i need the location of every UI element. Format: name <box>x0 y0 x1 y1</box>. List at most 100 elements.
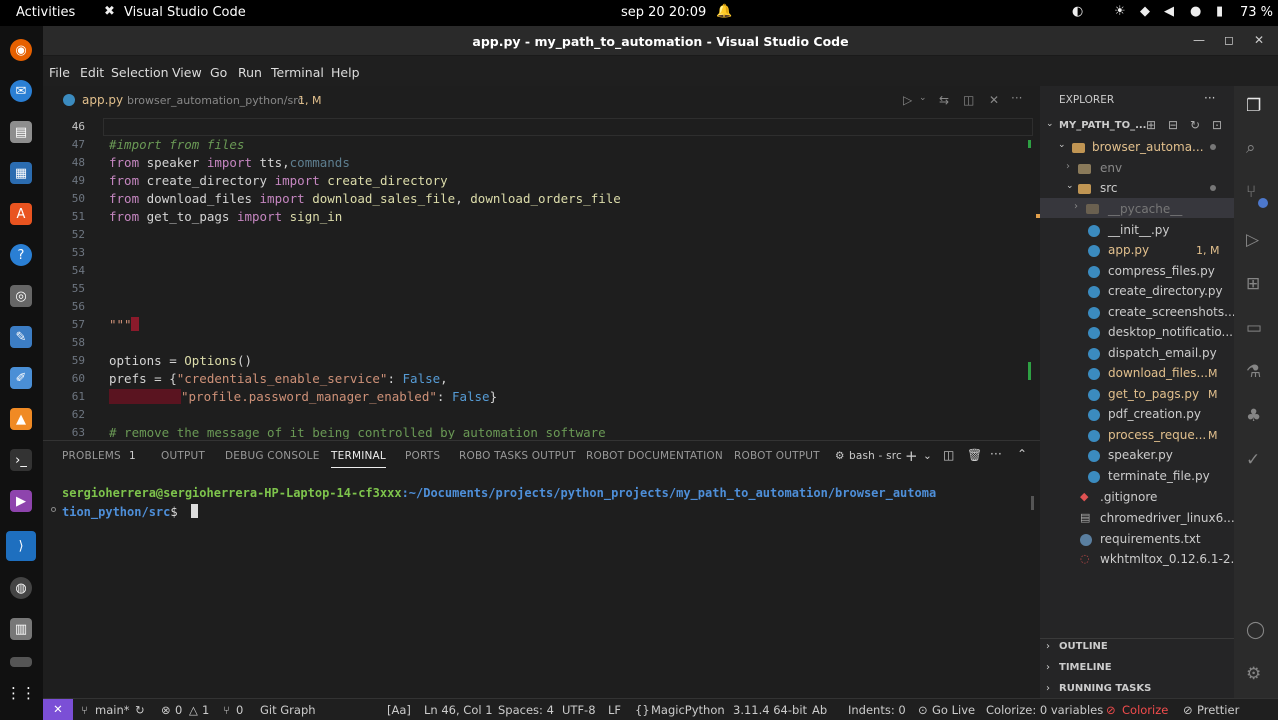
terminal-scrollbar[interactable] <box>1031 496 1034 510</box>
new-terminal-icon[interactable]: + <box>905 447 918 465</box>
branch-name[interactable]: main* <box>95 703 129 717</box>
source-control-icon[interactable]: ⑂ <box>1246 182 1256 202</box>
tree-file[interactable]: wkhtmltox_0.12.6.1-2.... <box>1100 552 1246 566</box>
encoding[interactable]: UTF-8 <box>562 703 596 717</box>
tree-file[interactable]: desktop_notificatio... <box>1108 325 1233 339</box>
drive-icon[interactable] <box>10 657 32 667</box>
trash-icon[interactable]: 🗑 <box>967 448 982 462</box>
chevron-right-icon[interactable]: › <box>1046 662 1050 673</box>
warning-count[interactable]: 1 <box>202 703 209 717</box>
indents-count[interactable]: Indents: 0 <box>848 703 906 717</box>
gear-icon[interactable]: ⚙ <box>1246 664 1261 684</box>
tree-file-app[interactable]: app.py <box>1108 243 1149 257</box>
tab-robo-tasks-output[interactable]: ROBO TASKS OUTPUT <box>459 450 576 462</box>
go-live[interactable]: Go Live <box>932 703 975 717</box>
notes-icon[interactable]: ✐ <box>10 367 32 389</box>
extensions-icon[interactable]: ⊞ <box>1246 274 1260 294</box>
minimize-icon[interactable]: — <box>1193 33 1205 47</box>
vlc-icon[interactable]: ▲ <box>10 408 32 430</box>
run-debug-icon[interactable]: ▷ <box>1246 230 1259 250</box>
sync-icon[interactable]: ↻ <box>135 703 145 717</box>
tree-file[interactable]: pdf_creation.py <box>1108 407 1201 421</box>
chevron-down-icon[interactable]: ⌄ <box>1066 181 1074 191</box>
python-icon[interactable]: ♣ <box>1246 406 1261 426</box>
screenshot-icon[interactable]: ◎ <box>10 285 32 307</box>
app-grid-icon[interactable]: ⋮⋮ <box>6 682 36 704</box>
software-center-icon[interactable]: A <box>10 203 32 225</box>
close-editor-icon[interactable]: ✕ <box>989 93 999 107</box>
close-window-icon[interactable]: ✕ <box>1254 33 1264 47</box>
tree-file[interactable]: speaker.py <box>1108 448 1173 462</box>
explorer-more-icon[interactable]: ··· <box>1204 91 1215 105</box>
tab-output[interactable]: OUTPUT <box>161 450 205 462</box>
section-timeline[interactable]: TIMELINE <box>1059 662 1112 673</box>
menu-file[interactable]: File <box>49 65 70 80</box>
clock[interactable]: sep 20 20:09 <box>621 5 706 20</box>
language-mode[interactable]: MagicPython <box>651 703 725 717</box>
tree-file[interactable]: requirements.txt <box>1100 532 1201 546</box>
cursor-position[interactable]: Ln 46, Col 1 <box>424 703 493 717</box>
tree-file[interactable]: __init__.py <box>1108 223 1170 237</box>
tree-file[interactable]: .gitignore <box>1100 490 1157 504</box>
document-icon[interactable]: ▥ <box>10 618 32 640</box>
chevron-right-icon[interactable]: › <box>1046 641 1050 652</box>
split-editor-icon[interactable]: ◫ <box>963 93 974 107</box>
colorize-variables[interactable]: Colorize: 0 variables <box>986 703 1103 717</box>
end-of-line[interactable]: LF <box>608 703 621 717</box>
collapse-all-icon[interactable]: ⊡ <box>1212 118 1222 132</box>
menu-view[interactable]: View <box>172 65 202 80</box>
git-graph[interactable]: Git Graph <box>260 703 316 717</box>
writer-icon[interactable]: ▦ <box>10 162 32 184</box>
tab-robot-output[interactable]: ROBOT OUTPUT <box>734 450 820 462</box>
chevron-right-icon[interactable]: › <box>1066 161 1070 172</box>
new-folder-icon[interactable]: ⊟ <box>1168 118 1178 132</box>
more-actions-icon[interactable]: ··· <box>1011 91 1022 105</box>
tree-file[interactable]: create_directory.py <box>1108 284 1223 298</box>
new-file-icon[interactable]: ⊞ <box>1146 118 1156 132</box>
tree-file[interactable]: get_to_pags.py <box>1108 387 1199 401</box>
python-interpreter[interactable]: 3.11.4 64-bit <box>733 703 807 717</box>
text-editor-icon[interactable]: ✎ <box>10 326 32 348</box>
tab-ports[interactable]: PORTS <box>405 450 440 462</box>
chevron-down-icon[interactable]: ⌄ <box>1058 140 1066 150</box>
tree-file[interactable]: create_screenshots.... <box>1108 305 1239 319</box>
tab-debug-console[interactable]: DEBUG CONSOLE <box>225 450 320 462</box>
tab-terminal[interactable]: TERMINAL <box>331 450 386 468</box>
files-icon[interactable]: ▤ <box>10 121 32 143</box>
chevron-right-icon[interactable]: › <box>1074 201 1078 212</box>
indentation[interactable]: Spaces: 4 <box>498 703 554 717</box>
testing-icon[interactable]: ⚗ <box>1246 362 1261 382</box>
tree-file[interactable]: terminate_file.py <box>1108 469 1210 483</box>
section-running-tasks[interactable]: RUNNING TASKS <box>1059 683 1151 694</box>
terminal-output[interactable]: sergioherrera@sergioherrera-HP-Laptop-14… <box>43 470 1040 698</box>
case-sensitive-indicator[interactable]: [Aa] <box>387 703 411 717</box>
remote-explorer-icon[interactable]: ▭ <box>1246 318 1262 338</box>
obs-icon[interactable]: ◍ <box>10 577 32 599</box>
check-icon[interactable]: ✓ <box>1246 450 1260 470</box>
media-player-icon[interactable]: ▶ <box>10 490 32 512</box>
remote-indicator-icon[interactable]: ✕ <box>43 699 73 720</box>
activities-button[interactable]: Activities <box>16 5 75 20</box>
error-count[interactable]: 0 <box>175 703 182 717</box>
vscode-dock-icon[interactable]: ⟩ <box>6 531 36 561</box>
editor-tab-filename[interactable]: app.py <box>82 93 123 107</box>
terminal-shell-label[interactable]: bash - src <box>849 450 902 462</box>
explorer-icon[interactable]: ❐ <box>1246 96 1261 116</box>
terminal-shell-icon[interactable]: ⚙ <box>835 450 845 462</box>
section-outline[interactable]: OUTLINE <box>1059 641 1108 652</box>
account-icon[interactable]: ◯ <box>1246 620 1265 640</box>
tree-folder-src[interactable]: src <box>1100 181 1118 195</box>
tree-file[interactable]: dispatch_email.py <box>1108 346 1217 360</box>
thunderbird-icon[interactable]: ✉ <box>10 80 32 102</box>
prettier[interactable]: Prettier <box>1197 703 1239 717</box>
firefox-icon[interactable]: ◉ <box>10 39 32 61</box>
panel-more-icon[interactable]: ··· <box>990 447 1002 461</box>
maximize-icon[interactable]: ◻ <box>1224 33 1234 47</box>
compare-changes-icon[interactable]: ⇆ <box>939 93 949 107</box>
run-file-icon[interactable]: ▷ <box>903 93 912 107</box>
chevron-right-icon[interactable]: › <box>1046 683 1050 694</box>
tree-file[interactable]: chromedriver_linux6... <box>1100 511 1235 525</box>
menu-selection[interactable]: Selection <box>111 65 169 80</box>
code-editor[interactable]: 46 47 #import from files 48 from speaker… <box>43 114 1040 439</box>
refresh-icon[interactable]: ↻ <box>1190 118 1200 132</box>
